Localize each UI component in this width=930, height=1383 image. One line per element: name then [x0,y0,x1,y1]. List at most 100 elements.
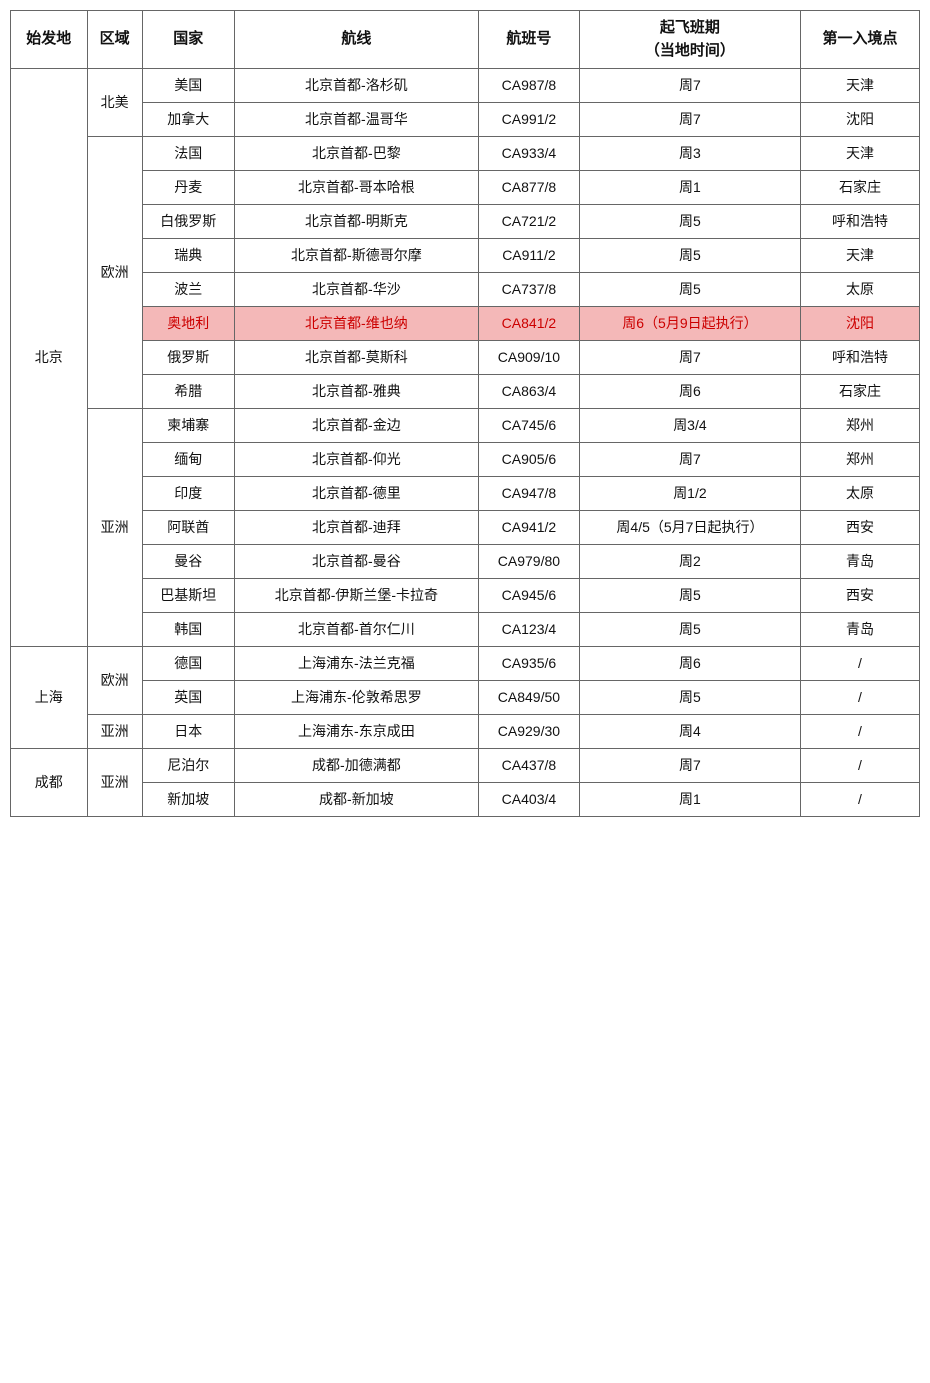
table-row: 俄罗斯北京首都-莫斯科CA909/10周7呼和浩特 [11,341,920,375]
table-header-row: 始发地 区域 国家 航线 航班号 起飞班期（当地时间） 第一入境点 [11,11,920,69]
cell-flight: CA947/8 [478,477,579,511]
cell-flight: CA905/6 [478,443,579,477]
cell-schedule: 周6（5月9日起执行） [579,307,800,341]
cell-flight: CA123/4 [478,613,579,647]
cell-schedule: 周1 [579,783,800,817]
cell-flight: CA863/4 [478,375,579,409]
cell-schedule: 周5 [579,205,800,239]
cell-schedule: 周7 [579,103,800,137]
cell-route: 北京首都-温哥华 [234,103,478,137]
cell-region: 亚洲 [87,749,142,817]
cell-route: 北京首都-巴黎 [234,137,478,171]
cell-flight: CA841/2 [478,307,579,341]
cell-flight: CA437/8 [478,749,579,783]
header-flight: 航班号 [478,11,579,69]
cell-country: 德国 [142,647,234,681]
table-row: 欧洲法国北京首都-巴黎CA933/4周3天津 [11,137,920,171]
cell-entry: 太原 [800,273,919,307]
table-row: 上海欧洲德国上海浦东-法兰克福CA935/6周6/ [11,647,920,681]
cell-route: 北京首都-德里 [234,477,478,511]
cell-entry: 石家庄 [800,171,919,205]
cell-entry: / [800,715,919,749]
cell-entry: 石家庄 [800,375,919,409]
cell-schedule: 周7 [579,69,800,103]
cell-route: 上海浦东-伦敦希思罗 [234,681,478,715]
cell-country: 英国 [142,681,234,715]
table-row: 韩国北京首都-首尔仁川CA123/4周5青岛 [11,613,920,647]
cell-entry: 呼和浩特 [800,205,919,239]
cell-entry: / [800,681,919,715]
cell-flight: CA745/6 [478,409,579,443]
table-row: 亚洲日本上海浦东-东京成田CA929/30周4/ [11,715,920,749]
cell-entry: 沈阳 [800,103,919,137]
cell-entry: 天津 [800,69,919,103]
table-row: 巴基斯坦北京首都-伊斯兰堡-卡拉奇CA945/6周5西安 [11,579,920,613]
table-row: 加拿大北京首都-温哥华CA991/2周7沈阳 [11,103,920,137]
cell-route: 北京首都-伊斯兰堡-卡拉奇 [234,579,478,613]
table-row: 亚洲柬埔寨北京首都-金边CA745/6周3/4郑州 [11,409,920,443]
table-row: 希腊北京首都-雅典CA863/4周6石家庄 [11,375,920,409]
cell-entry: 天津 [800,137,919,171]
cell-route: 北京首都-仰光 [234,443,478,477]
cell-flight: CA929/30 [478,715,579,749]
cell-route: 北京首都-曼谷 [234,545,478,579]
cell-entry: 郑州 [800,409,919,443]
cell-flight: CA911/2 [478,239,579,273]
cell-region: 亚洲 [87,409,142,647]
cell-country: 美国 [142,69,234,103]
cell-flight: CA403/4 [478,783,579,817]
cell-schedule: 周5 [579,613,800,647]
flight-table-wrapper: 始发地 区域 国家 航线 航班号 起飞班期（当地时间） 第一入境点 北京北美美国… [10,10,920,817]
cell-schedule: 周7 [579,443,800,477]
cell-route: 北京首都-明斯克 [234,205,478,239]
cell-entry: 沈阳 [800,307,919,341]
flight-table: 始发地 区域 国家 航线 航班号 起飞班期（当地时间） 第一入境点 北京北美美国… [10,10,920,817]
cell-entry: 青岛 [800,545,919,579]
table-row: 波兰北京首都-华沙CA737/8周5太原 [11,273,920,307]
cell-route: 成都-加德满都 [234,749,478,783]
cell-entry: 西安 [800,579,919,613]
cell-schedule: 周4 [579,715,800,749]
cell-entry: / [800,749,919,783]
cell-schedule: 周2 [579,545,800,579]
cell-route: 上海浦东-东京成田 [234,715,478,749]
cell-region: 欧洲 [87,137,142,409]
cell-entry: / [800,647,919,681]
cell-origin: 上海 [11,647,88,749]
cell-flight: CA849/50 [478,681,579,715]
cell-flight: CA737/8 [478,273,579,307]
cell-flight: CA991/2 [478,103,579,137]
cell-country: 俄罗斯 [142,341,234,375]
cell-country: 巴基斯坦 [142,579,234,613]
cell-route: 北京首都-雅典 [234,375,478,409]
table-row: 丹麦北京首都-哥本哈根CA877/8周1石家庄 [11,171,920,205]
table-row: 成都亚洲尼泊尔成都-加德满都CA437/8周7/ [11,749,920,783]
cell-entry: 西安 [800,511,919,545]
table-row: 奥地利北京首都-维也纳CA841/2周6（5月9日起执行）沈阳 [11,307,920,341]
cell-country: 印度 [142,477,234,511]
cell-schedule: 周6 [579,647,800,681]
cell-origin: 成都 [11,749,88,817]
table-row: 白俄罗斯北京首都-明斯克CA721/2周5呼和浩特 [11,205,920,239]
cell-schedule: 周6 [579,375,800,409]
table-row: 新加坡成都-新加坡CA403/4周1/ [11,783,920,817]
table-row: 瑞典北京首都-斯德哥尔摩CA911/2周5天津 [11,239,920,273]
cell-route: 北京首都-维也纳 [234,307,478,341]
cell-flight: CA945/6 [478,579,579,613]
cell-flight: CA877/8 [478,171,579,205]
cell-region: 北美 [87,69,142,137]
cell-schedule: 周5 [579,579,800,613]
cell-country: 曼谷 [142,545,234,579]
cell-region: 欧洲 [87,647,142,715]
cell-entry: 天津 [800,239,919,273]
header-schedule: 起飞班期（当地时间） [579,11,800,69]
cell-country: 加拿大 [142,103,234,137]
table-row: 英国上海浦东-伦敦希思罗CA849/50周5/ [11,681,920,715]
cell-route: 北京首都-洛杉矶 [234,69,478,103]
cell-route: 北京首都-莫斯科 [234,341,478,375]
table-row: 缅甸北京首都-仰光CA905/6周7郑州 [11,443,920,477]
cell-schedule: 周1/2 [579,477,800,511]
cell-route: 成都-新加坡 [234,783,478,817]
cell-flight: CA935/6 [478,647,579,681]
header-route: 航线 [234,11,478,69]
